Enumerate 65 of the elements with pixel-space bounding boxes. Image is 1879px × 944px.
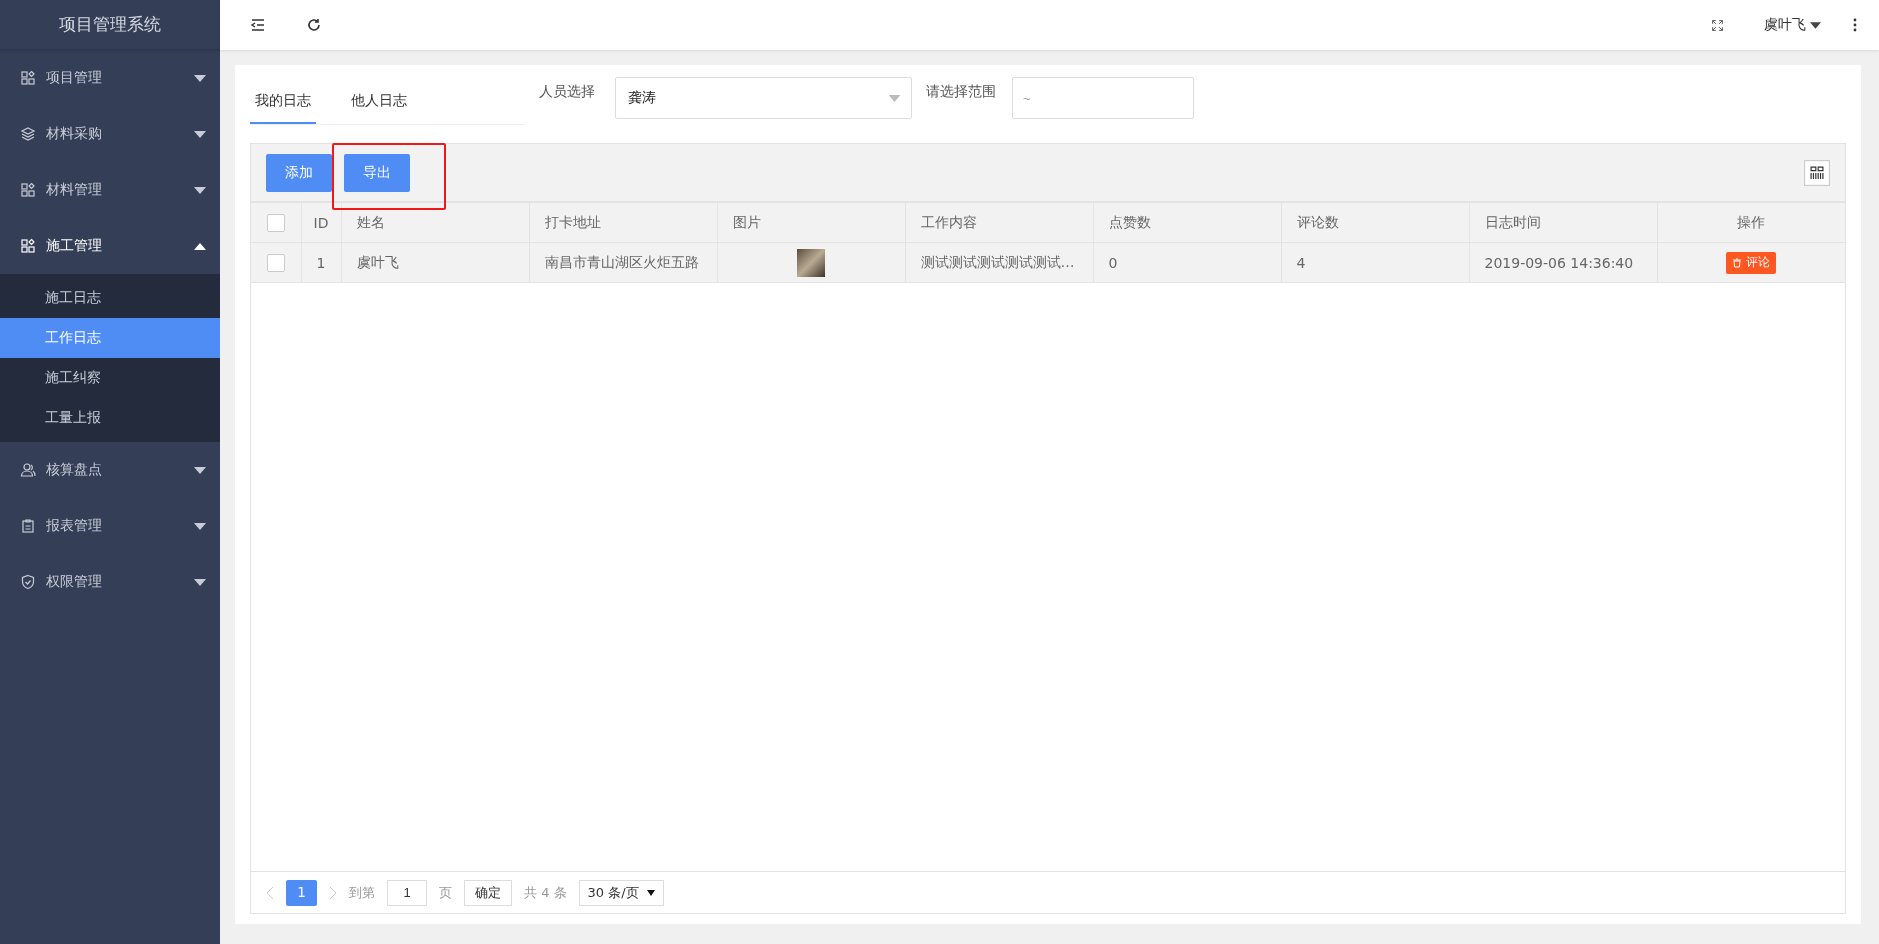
column-header: 工作内容 [905, 202, 1093, 243]
submenu-item[interactable]: 施工纠察 [0, 358, 220, 398]
caret-down-icon [194, 130, 206, 138]
table-cell: 测试测试测试测试测试… [905, 242, 1093, 283]
caret-icon [646, 889, 655, 896]
table-cell: 2019-09-06 14:36:40 [1469, 242, 1657, 283]
fullscreen-icon[interactable] [1711, 18, 1724, 32]
page-label: 页 [439, 883, 452, 902]
column-header: 评论数 [1281, 202, 1469, 243]
caret-down-icon [194, 578, 206, 586]
column-header: 点赞数 [1093, 202, 1281, 243]
caret-down-icon [194, 74, 206, 82]
table-cell: 0 [1093, 242, 1281, 283]
table-cell: 4 [1281, 242, 1469, 283]
submenu-item[interactable]: 工量上报 [0, 398, 220, 438]
person-select[interactable]: 龚涛 [615, 77, 912, 119]
table-cell: 虞叶飞 [341, 242, 529, 283]
filter-label: 请选择范围 [926, 83, 996, 101]
menu-collapse-icon[interactable] [250, 17, 266, 33]
user-icon [20, 462, 36, 478]
page-input[interactable]: 1 [387, 879, 427, 906]
shield-icon [20, 574, 36, 590]
tab[interactable]: 我的日志 [250, 79, 316, 124]
submenu-item[interactable]: 施工日志 [0, 278, 220, 318]
menu-item[interactable]: 报表管理 [0, 498, 220, 554]
column-header: 打卡地址 [529, 202, 717, 243]
caret-down-icon [194, 522, 206, 530]
refresh-icon[interactable] [306, 17, 322, 33]
table-cell: 南昌市青山湖区火炬五路 [529, 242, 717, 283]
menu-item[interactable]: 项目管理 [0, 50, 220, 106]
trash-icon [1732, 257, 1743, 268]
table-cell: 1 [301, 242, 341, 283]
caret-icon [888, 94, 901, 102]
menu-item[interactable]: 权限管理 [0, 554, 220, 610]
filter-label: 人员选择 [539, 83, 595, 101]
photo-placeholder [797, 248, 825, 277]
user-menu[interactable]: 虞叶飞 [1764, 16, 1821, 34]
caret-up-icon [194, 242, 206, 250]
caret-down-icon [194, 186, 206, 194]
goto-label: 到第 [349, 883, 375, 902]
more-icon[interactable] [1853, 17, 1857, 33]
caret-icon [1810, 21, 1821, 29]
page-size-select[interactable]: 30 条/页 [578, 879, 664, 906]
layers-icon [20, 126, 36, 142]
total-count: 共 4 条 [524, 883, 567, 902]
column-header: 图片 [717, 202, 905, 243]
grid-icon [20, 238, 36, 254]
date-range-field[interactable]: ~ [1012, 77, 1194, 119]
columns-icon[interactable] [1804, 159, 1830, 186]
column-header: 操作 [1657, 202, 1845, 243]
grid-icon [20, 182, 36, 198]
checkbox[interactable] [266, 253, 285, 272]
checkbox[interactable] [266, 213, 285, 232]
menu-item[interactable]: 材料采购 [0, 106, 220, 162]
menu-item[interactable]: 施工管理 [0, 218, 220, 274]
column-header: 日志时间 [1469, 202, 1657, 243]
column-header: ID [301, 202, 341, 243]
caret-down-icon [194, 466, 206, 474]
grid-icon [20, 70, 36, 86]
menu-item[interactable]: 核算盘点 [0, 442, 220, 498]
column-header: 姓名 [341, 202, 529, 243]
confirm-button[interactable]: 确定 [464, 879, 512, 906]
tab[interactable]: 他人日志 [346, 79, 412, 124]
clipboard-icon [20, 518, 36, 534]
menu-item[interactable]: 材料管理 [0, 162, 220, 218]
